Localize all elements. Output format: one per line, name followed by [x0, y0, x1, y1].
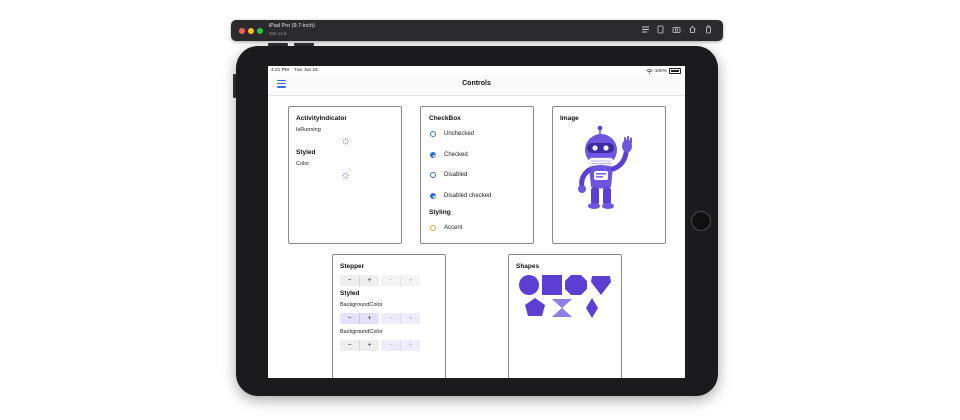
stepper-minus-button: −	[381, 275, 401, 286]
top-button-2	[294, 43, 314, 46]
stepper-styled-2-disabled: − +	[381, 340, 420, 351]
stepper-minus-button: −	[381, 340, 401, 351]
bowtie-top-triangle	[552, 299, 572, 308]
battery-percent: 100%	[654, 68, 667, 74]
gem-shape	[591, 276, 611, 295]
checkbox-disabled: Disabled	[430, 172, 467, 178]
rotate-icon[interactable]	[703, 25, 714, 36]
shapes-card: Shapes	[508, 254, 622, 378]
stepper-plus-button[interactable]: +	[360, 313, 379, 324]
checkbox-label: Disabled	[444, 172, 468, 178]
stepper-styled[interactable]: − +	[340, 313, 379, 324]
volume-button	[233, 74, 236, 98]
checkbox-checked-icon[interactable]	[430, 152, 436, 158]
home-icon[interactable]	[687, 25, 698, 36]
minimize-window-button[interactable]	[248, 28, 254, 34]
color-label: Color	[296, 161, 310, 167]
stepper-styled-2[interactable]: − +	[340, 340, 379, 351]
image-card: Image	[552, 106, 666, 244]
wifi-icon	[646, 68, 653, 74]
stepper-plus-button[interactable]: +	[360, 275, 379, 286]
stepper-default[interactable]: − +	[340, 275, 379, 286]
styled-heading: Styled	[340, 290, 360, 297]
circle-shape	[519, 275, 539, 295]
stepper-plus-button: +	[408, 315, 413, 322]
status-date: Tue Jun 15	[294, 68, 318, 73]
styled-heading: Styled	[296, 149, 316, 156]
simulator-os-version: iOS 14.5	[269, 31, 287, 36]
navigation-bar: Controls	[268, 75, 685, 96]
shapes-title: Shapes	[516, 263, 540, 270]
activity-indicator-card: ActivityIndicator IsRunning Styled Color	[288, 106, 402, 244]
checkbox-accent[interactable]: Accent	[430, 225, 462, 231]
camera-icon[interactable]	[671, 25, 682, 36]
checkbox-label: Checked	[444, 152, 468, 158]
octagon-shape	[565, 275, 587, 295]
stepper-plus-button[interactable]: +	[360, 340, 379, 351]
styled-spinner-icon	[342, 172, 349, 179]
checkbox-circle-icon	[430, 172, 436, 178]
checkbox-card: CheckBox Unchecked Checked Disabled Disa…	[420, 106, 534, 244]
stepper-minus-button[interactable]: −	[340, 275, 360, 286]
bowtie-bottom-triangle	[552, 308, 572, 317]
checkbox-checked-icon	[430, 193, 436, 199]
app-screen: 4:21 PM Tue Jun 15 100% Controls Activit…	[268, 66, 685, 378]
background-color-label: BackgroundColor	[340, 329, 383, 335]
status-bar: 4:21 PM Tue Jun 15 100%	[268, 66, 685, 75]
device-icon[interactable]	[655, 25, 666, 36]
simulator-toolbar: iPad Pro (9.7-inch) iOS 14.5	[231, 20, 723, 41]
stepper-plus-button: +	[408, 277, 413, 284]
activity-indicator-title: ActivityIndicator	[296, 115, 347, 122]
checkbox-label: Unchecked	[444, 131, 475, 137]
checkbox-checked[interactable]: Checked	[430, 152, 468, 158]
shapes-group	[519, 275, 611, 318]
battery-icon	[669, 68, 681, 74]
zoom-window-button[interactable]	[257, 28, 263, 34]
activity-spinner-icon	[342, 138, 349, 145]
checkbox-unchecked[interactable]: Unchecked	[430, 131, 474, 137]
checkbox-label: Disabled checked	[444, 193, 492, 199]
dotnet-bot-robot-image	[578, 125, 632, 209]
diamond-shape	[586, 298, 598, 318]
screenshot-icon[interactable]	[640, 25, 651, 36]
top-button	[268, 43, 288, 46]
stepper-minus-button[interactable]: −	[340, 340, 360, 351]
is-running-label: IsRunning	[296, 127, 321, 133]
stepper-card: Stepper − + − + Styled BackgroundColor −…	[332, 254, 446, 378]
status-time: 4:21 PM	[271, 68, 289, 73]
stepper-styled-disabled: − +	[381, 313, 420, 324]
stepper-disabled: − +	[381, 275, 420, 286]
background-color-label: BackgroundColor	[340, 302, 383, 308]
stepper-minus-button[interactable]: −	[340, 313, 360, 324]
styling-heading: Styling	[429, 209, 451, 216]
checkbox-label: Accent	[444, 225, 463, 231]
home-button[interactable]	[691, 211, 711, 231]
simulator-device-name: iPad Pro (9.7-inch)	[269, 23, 315, 29]
stepper-minus-button: −	[381, 313, 401, 324]
square-shape	[542, 275, 562, 295]
stepper-plus-button: +	[408, 342, 413, 349]
checkbox-title: CheckBox	[429, 115, 461, 122]
checkbox-disabled-checked: Disabled checked	[430, 193, 491, 199]
checkbox-accent-circle-icon[interactable]	[430, 225, 436, 231]
pentagon-shape	[525, 298, 545, 316]
page-title: Controls	[462, 80, 491, 87]
close-window-button[interactable]	[239, 28, 245, 34]
image-title: Image	[560, 115, 579, 122]
checkbox-circle-icon[interactable]	[430, 131, 436, 137]
stepper-title: Stepper	[340, 263, 365, 270]
